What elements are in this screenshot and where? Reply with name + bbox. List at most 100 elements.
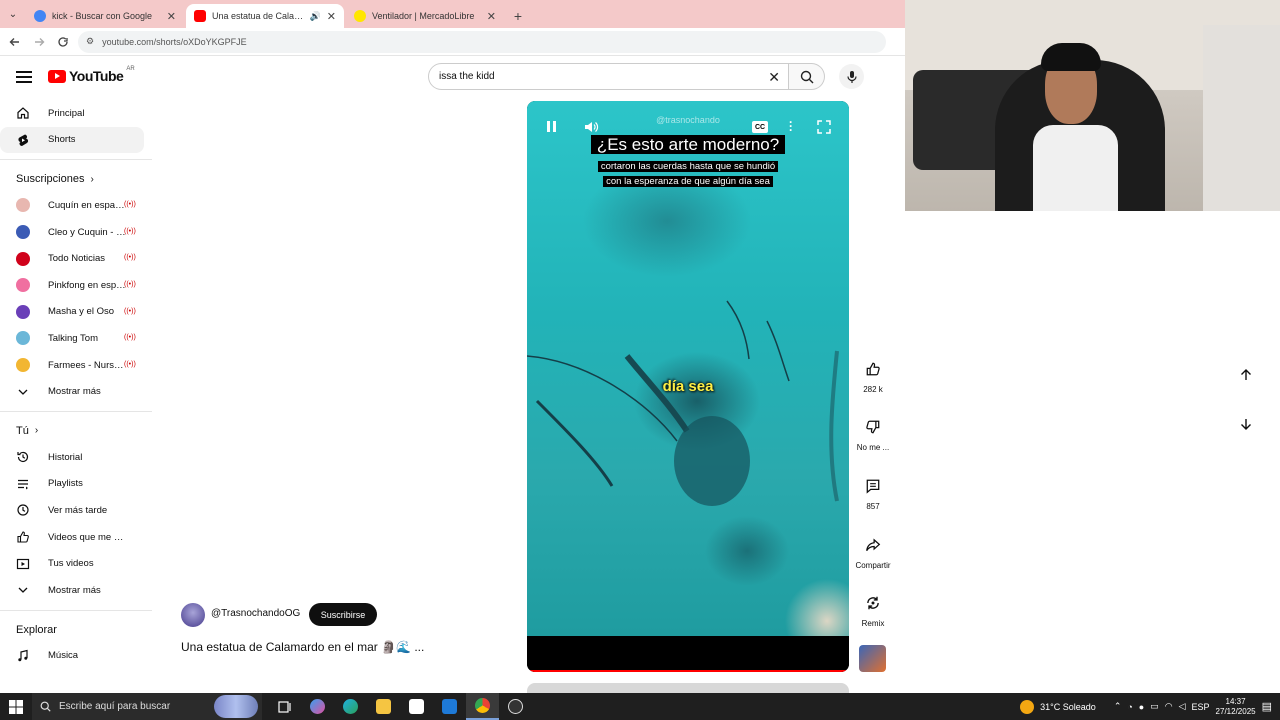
sidebar-item-history[interactable]: Historial bbox=[0, 444, 144, 471]
sidebar-item-subscription[interactable]: Cleo y Cuquin - C... ((•)) bbox=[0, 219, 144, 246]
taskbar-search[interactable]: Escribe aquí para buscar bbox=[32, 693, 262, 720]
sidebar-item-label: Música bbox=[48, 650, 79, 662]
search-highlight-image bbox=[214, 695, 258, 718]
clock[interactable]: 14:37 27/12/2025 bbox=[1216, 697, 1256, 717]
sidebar-item-label: Principal bbox=[48, 107, 85, 119]
search-input[interactable]: issa the kidd ✕ bbox=[428, 63, 789, 90]
you-heading[interactable]: Tú › bbox=[0, 418, 152, 444]
channel-avatar[interactable] bbox=[181, 603, 205, 627]
volume-icon[interactable]: ◁ bbox=[1179, 701, 1186, 712]
sidebar-item-subscription[interactable]: Todo Noticias ((•)) bbox=[0, 245, 144, 272]
sidebar-item-music[interactable]: Música bbox=[0, 643, 144, 670]
pause-button[interactable] bbox=[547, 121, 559, 133]
channel-avatar bbox=[16, 225, 30, 240]
copilot-icon bbox=[310, 699, 325, 714]
sidebar-item-subscription[interactable]: Masha y el Oso ((•)) bbox=[0, 299, 144, 326]
tab-mercadolibre[interactable]: Ventilador | MercadoLibre ✕ bbox=[346, 4, 504, 28]
close-tab-icon[interactable]: ✕ bbox=[487, 10, 496, 23]
section-title: Suscripciones bbox=[16, 173, 85, 186]
sidebar-item-label: Videos que me gust... bbox=[48, 531, 126, 543]
chevron-down-icon bbox=[16, 583, 30, 597]
taskbar-app-obs[interactable] bbox=[499, 693, 532, 720]
tab-search-button[interactable]: ⌄ bbox=[0, 0, 26, 28]
reload-button[interactable] bbox=[54, 33, 72, 51]
remix-button[interactable]: Remix bbox=[852, 593, 894, 628]
next-short-button[interactable] bbox=[1229, 407, 1263, 441]
sidebar-item-subscription[interactable]: Pinkfong en espa... ((•)) bbox=[0, 272, 144, 299]
taskbar-app-store[interactable] bbox=[400, 693, 433, 720]
comments-button[interactable]: 857 bbox=[852, 476, 894, 511]
shorts-player[interactable]: @trasnochando CC · · · ¿Es esto arte moder… bbox=[527, 101, 849, 672]
language-indicator[interactable]: ESP bbox=[1192, 702, 1210, 712]
network-icon[interactable]: ◔ bbox=[1127, 702, 1132, 712]
menu-icon[interactable] bbox=[16, 68, 32, 84]
chevron-up-icon[interactable]: ⌃ bbox=[1114, 701, 1122, 712]
tab-google[interactable]: kick - Buscar con Google ✕ bbox=[26, 4, 184, 28]
close-tab-icon[interactable]: ✕ bbox=[167, 10, 176, 23]
tab-youtube[interactable]: Una estatua de Calamardo 🔊 ✕ bbox=[186, 4, 344, 28]
system-tray: 31°C Soleado ⌃ ◔ ● ▭ ◠ ◁ ESP 14:37 27/12… bbox=[1020, 693, 1280, 720]
channel-avatar bbox=[16, 251, 30, 266]
notifications-icon[interactable]: ▤ bbox=[1262, 700, 1272, 713]
sidebar-item-subscription[interactable]: Cuquín en españ... ((•)) bbox=[0, 192, 144, 219]
like-button[interactable]: 282 k bbox=[852, 359, 894, 394]
remix-label: Remix bbox=[861, 619, 885, 628]
speaker-icon[interactable]: 🔊 bbox=[310, 11, 321, 22]
sidebar-item-liked-videos[interactable]: Videos que me gust... bbox=[0, 524, 144, 551]
taskbar-app-copilot[interactable] bbox=[301, 693, 334, 720]
sidebar-item-watch-later[interactable]: Ver más tarde bbox=[0, 497, 144, 524]
forward-button[interactable] bbox=[30, 33, 48, 51]
taskbar-app-edge[interactable] bbox=[334, 693, 367, 720]
webcam-shelf bbox=[1203, 25, 1280, 211]
sidebar-item-subscription[interactable]: Farmees - Nurser... ((•)) bbox=[0, 352, 144, 379]
search-icon bbox=[40, 701, 51, 712]
sound-thumbnail[interactable] bbox=[859, 645, 886, 672]
dislike-button[interactable]: No me ... bbox=[852, 417, 894, 452]
sidebar-item-playlists[interactable]: Playlists bbox=[0, 471, 144, 498]
microphone-icon[interactable]: ● bbox=[1139, 702, 1144, 712]
close-tab-icon[interactable]: ✕ bbox=[327, 10, 336, 23]
battery-icon[interactable]: ▭ bbox=[1150, 701, 1159, 712]
more-options-icon[interactable]: · · · bbox=[789, 116, 793, 136]
site-info-icon[interactable]: ⚙ bbox=[86, 36, 94, 47]
video-frame[interactable]: @trasnochando CC · · · ¿Es esto arte moder… bbox=[527, 101, 849, 636]
wifi-icon[interactable]: ◠ bbox=[1165, 701, 1173, 712]
search-button[interactable] bbox=[789, 63, 825, 90]
clock-date: 27/12/2025 bbox=[1215, 706, 1256, 716]
channel-handle[interactable]: @TrasnochandoOG bbox=[211, 608, 300, 619]
show-more-subscriptions[interactable]: Mostrar más bbox=[0, 378, 144, 405]
sidebar-item-shorts[interactable]: Shorts bbox=[0, 126, 144, 154]
url-field[interactable]: ⚙ youtube.com/shorts/oXDoYKGPFJE bbox=[78, 30, 886, 53]
back-button[interactable] bbox=[6, 33, 24, 51]
subscribe-button[interactable]: Suscribirse bbox=[309, 603, 377, 626]
task-view-button[interactable] bbox=[268, 693, 301, 720]
share-button[interactable]: Compartir bbox=[852, 535, 894, 570]
taskbar-app-mail[interactable] bbox=[433, 693, 466, 720]
weather-text[interactable]: 31°C Soleado bbox=[1040, 702, 1096, 712]
youtube-logo[interactable]: YouTube AR bbox=[48, 66, 135, 84]
voice-search-button[interactable] bbox=[839, 64, 864, 89]
captions-button[interactable]: CC bbox=[752, 121, 768, 133]
divider bbox=[0, 410, 152, 412]
show-more-you[interactable]: Mostrar más bbox=[0, 577, 144, 604]
channel-avatar bbox=[16, 304, 30, 319]
start-button[interactable] bbox=[0, 693, 32, 720]
next-short-preview[interactable] bbox=[527, 683, 849, 693]
new-tab-button[interactable]: + bbox=[506, 4, 530, 28]
sidebar-item-subscription[interactable]: Talking Tom ((•)) bbox=[0, 325, 144, 352]
video-title[interactable]: Una estatua de Calamardo en el mar 🗿🌊 ..… bbox=[181, 640, 424, 654]
taskbar-app-chrome[interactable] bbox=[466, 693, 499, 720]
previous-short-button[interactable] bbox=[1229, 358, 1263, 392]
sidebar-item-your-videos[interactable]: Tus videos bbox=[0, 550, 144, 577]
caption-subtitle: cortaron las cuerdas hasta que se hundió… bbox=[527, 158, 849, 188]
clear-search-icon[interactable]: ✕ bbox=[768, 69, 780, 86]
subscriptions-heading[interactable]: Suscripciones › bbox=[0, 166, 152, 192]
country-code: AR bbox=[126, 66, 135, 72]
task-view-icon bbox=[277, 700, 291, 713]
progress-bar[interactable] bbox=[527, 670, 846, 672]
folder-icon bbox=[376, 699, 391, 714]
explore-heading: Explorar bbox=[0, 617, 152, 643]
webcam-shirt bbox=[1033, 125, 1118, 211]
sidebar-item-home[interactable]: Principal bbox=[0, 100, 144, 127]
taskbar-app-explorer[interactable] bbox=[367, 693, 400, 720]
